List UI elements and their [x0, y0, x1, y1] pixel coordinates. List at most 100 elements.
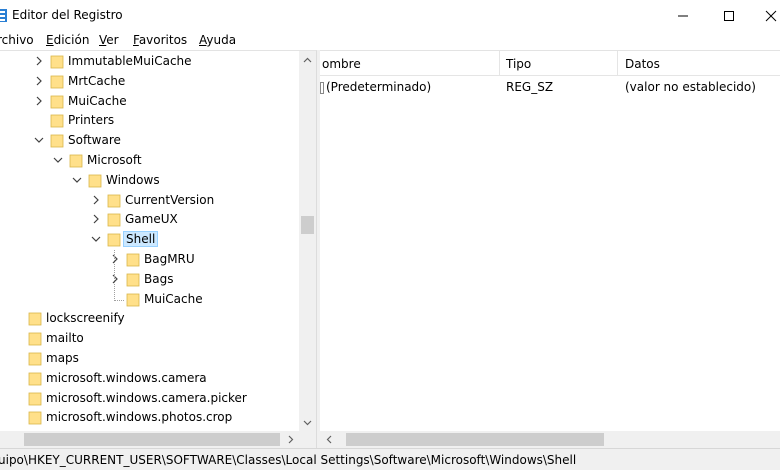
values-list-pane[interactable]: ombre Tipo Datos (Predeterminado) REG_SZ…: [320, 50, 780, 448]
tree-item[interactable]: CurrentVersion: [0, 191, 300, 211]
tree-item-label: lockscreenify: [46, 311, 125, 326]
tree-item-label: maps: [46, 351, 79, 365]
chevron-left-icon: [326, 435, 331, 444]
tree-item[interactable]: microsoft.windows.photos.crop: [0, 408, 300, 428]
registry-tree-pane[interactable]: ImmutableMuiCache MrtCache MuiCache Printer…: [0, 50, 317, 448]
chevron-right-icon[interactable]: [90, 213, 102, 225]
folder-icon: [107, 213, 121, 227]
scroll-up-button[interactable]: [299, 51, 316, 68]
folder-icon: [126, 253, 140, 267]
tree-item-label: Shell: [123, 231, 159, 248]
chevron-up-icon: [303, 57, 312, 62]
tree-item-label: microsoft.windows.photos.crop: [46, 410, 233, 425]
scrollbar-corner: [299, 431, 316, 448]
chevron-right-icon[interactable]: [109, 253, 121, 265]
status-bar: uipo\HKEY_CURRENT_USER\SOFTWARE\Classes\…: [0, 448, 780, 470]
list-item[interactable]: (Predeterminado) REG_SZ (valor no establ…: [320, 78, 780, 98]
minimize-button[interactable]: [660, 0, 706, 31]
folder-icon: [126, 273, 140, 287]
list-header: ombre Tipo Datos: [320, 51, 780, 76]
string-value-icon: [320, 82, 324, 94]
menu-ver[interactable]: Ver: [99, 33, 119, 47]
tree-item[interactable]: Windows: [0, 171, 300, 191]
folder-icon: [50, 75, 64, 89]
menu-ayuda[interactable]: Ayuda: [199, 33, 236, 47]
tree-item[interactable]: lockscreenify: [0, 309, 300, 329]
value-type: REG_SZ: [506, 80, 554, 94]
tree-item-label: MrtCache: [68, 73, 126, 88]
value-data: (valor no establecido): [625, 80, 756, 94]
tree-item[interactable]: Software: [0, 131, 300, 151]
column-header-datos[interactable]: Datos: [625, 57, 660, 71]
tree-item-label: Bags: [144, 271, 174, 286]
tree-item[interactable]: Bags: [0, 270, 300, 290]
tree-item[interactable]: mailto: [0, 329, 300, 349]
tree-item[interactable]: Printers: [0, 111, 300, 131]
tree-item[interactable]: MuiCache: [0, 92, 300, 112]
folder-icon: [69, 154, 83, 168]
tree-item[interactable]: maps: [0, 349, 300, 369]
chevron-right-icon[interactable]: [33, 55, 45, 67]
column-separator[interactable]: [499, 51, 500, 76]
tree-item-label: microsoft.windows.camera.picker: [46, 390, 247, 405]
folder-icon: [50, 95, 64, 108]
chevron-down-icon[interactable]: [71, 174, 83, 186]
tree-item[interactable]: microsoft.windows.camera.picker: [0, 389, 300, 409]
scroll-down-button[interactable]: [299, 414, 316, 431]
tree-item-label: Windows: [106, 172, 160, 187]
tree-item[interactable]: GameUX: [0, 210, 300, 230]
folder-icon: [88, 174, 102, 188]
scroll-right-button[interactable]: [282, 431, 299, 448]
tree-horizontal-scrollbar[interactable]: [0, 431, 299, 448]
chevron-down-icon[interactable]: [52, 154, 64, 166]
column-header-nombre[interactable]: ombre: [322, 57, 361, 71]
tree-item[interactable]: MuiCache: [0, 290, 300, 310]
chevron-right-icon: [288, 435, 293, 444]
close-button[interactable]: [748, 0, 780, 31]
chevron-right-icon[interactable]: [109, 273, 121, 285]
tree-item-label: Software: [68, 133, 121, 148]
folder-icon: [50, 134, 64, 148]
column-separator[interactable]: [617, 51, 618, 76]
folder-icon: [28, 332, 42, 346]
tree-vertical-scrollbar[interactable]: [299, 51, 316, 431]
tree-item[interactable]: BagMRU: [0, 250, 300, 270]
chevron-down-icon: [303, 420, 312, 425]
folder-icon: [126, 293, 140, 306]
tree-item[interactable]: microsoft.windows.camera: [0, 369, 300, 389]
tree-horizontal-scroll-thumb[interactable]: [24, 433, 280, 446]
tree-item[interactable]: Shell: [0, 230, 300, 250]
tree-item-label: MuiCache: [68, 93, 127, 108]
chevron-right-icon[interactable]: [33, 95, 45, 107]
maximize-button[interactable]: [706, 0, 752, 31]
tree-item-label: Printers: [68, 113, 115, 128]
registry-editor-icon: [0, 9, 7, 22]
column-header-tipo[interactable]: Tipo: [506, 57, 531, 71]
menu-edicion[interactable]: Edición: [46, 33, 89, 47]
menu-archivo[interactable]: rchivo: [0, 33, 34, 47]
scroll-left-button[interactable]: [320, 431, 337, 448]
tree-item[interactable]: ImmutableMuiCache: [0, 52, 300, 72]
tree-item-label: ImmutableMuiCache: [68, 54, 192, 68]
close-icon: [765, 10, 777, 21]
folder-icon: [28, 411, 42, 425]
tree-item-label: Microsoft: [87, 153, 142, 167]
chevron-right-icon[interactable]: [33, 75, 45, 87]
menu-favoritos[interactable]: Favoritos: [133, 33, 187, 47]
folder-icon: [28, 352, 42, 366]
tree-vertical-scroll-thumb[interactable]: [301, 216, 314, 234]
folder-icon: [28, 392, 42, 405]
list-horizontal-scrollbar[interactable]: [320, 431, 780, 448]
list-horizontal-scroll-thumb[interactable]: [346, 433, 604, 446]
tree-item[interactable]: MrtCache: [0, 72, 300, 92]
chevron-right-icon[interactable]: [90, 194, 102, 206]
tree-item-label: mailto: [46, 331, 84, 346]
folder-icon: [50, 55, 64, 69]
maximize-icon: [724, 10, 734, 21]
tree-item-label: GameUX: [125, 212, 178, 227]
chevron-down-icon[interactable]: [90, 233, 102, 245]
window-title: Editor del Registro: [12, 8, 123, 22]
folder-icon: [28, 372, 42, 386]
chevron-down-icon[interactable]: [33, 134, 45, 146]
tree-item[interactable]: Microsoft: [0, 151, 300, 171]
